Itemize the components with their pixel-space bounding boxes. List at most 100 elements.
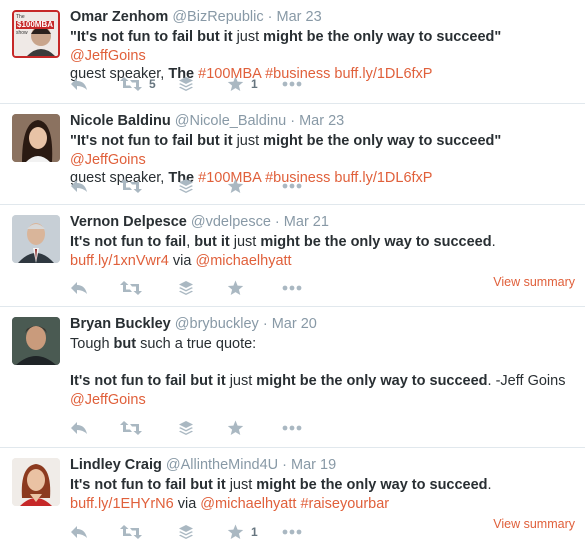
reply-button[interactable]	[70, 418, 88, 438]
reply-button[interactable]	[70, 278, 88, 298]
author-handle[interactable]: @Nicole_Baldinu	[175, 113, 286, 129]
url-link[interactable]: buff.ly/1DL6fxP	[334, 66, 432, 82]
buffer-button[interactable]	[178, 418, 194, 438]
url-link[interactable]: buff.ly/1xnVwr4	[70, 253, 169, 269]
buffer-icon	[179, 525, 193, 539]
mention-link[interactable]: @JeffGoins	[70, 48, 146, 64]
favorite-icon	[227, 280, 244, 295]
tweet-header: Vernon Delpesce @vdelpesce · Mar 21	[70, 213, 577, 232]
favorite-count: 1	[251, 525, 258, 539]
tweet-date[interactable]: Mar 21	[284, 214, 329, 230]
tweet-text-bold: It's not fun to fail but it	[70, 477, 226, 493]
tweet-text-plain: .	[491, 234, 496, 250]
tweet-text-plain: just	[225, 477, 257, 493]
tweet-text-plain: Tough	[70, 336, 114, 352]
favorite-icon	[227, 420, 244, 435]
author-handle[interactable]: @BizRepublic	[172, 9, 263, 25]
tweet-text-plain: just	[229, 234, 261, 250]
retweet-button[interactable]	[120, 418, 142, 438]
more-button[interactable]	[282, 176, 302, 196]
buffer-button[interactable]	[178, 176, 194, 196]
tweet-date[interactable]: Mar 23	[299, 113, 344, 129]
author-name[interactable]: Lindley Craig	[70, 457, 162, 473]
tweet-text-plain: via	[168, 252, 196, 269]
reply-button[interactable]	[70, 74, 88, 94]
tweet-text-bold: It's not fun to fail	[70, 234, 187, 250]
more-button[interactable]	[282, 418, 302, 438]
tweet-date[interactable]: Mar 20	[272, 316, 317, 332]
author-name[interactable]: Bryan Buckley	[70, 316, 171, 332]
url-link[interactable]: buff.ly/1EHYrN6	[70, 496, 174, 512]
url-link[interactable]: buff.ly/1DL6fxP	[334, 170, 432, 186]
author-handle[interactable]: @brybuckley	[175, 316, 259, 332]
mention-link[interactable]: @michaelhyatt	[200, 496, 296, 512]
tweet-text: Tough but such a true quote: It's not fu…	[70, 335, 577, 409]
avatar-logo-text: show	[16, 30, 28, 36]
tweet-text-plain: just	[232, 29, 264, 45]
more-icon	[282, 425, 302, 431]
separator: ·	[263, 9, 277, 25]
author-handle[interactable]: @AllintheMind4U	[166, 457, 278, 473]
favorite-button[interactable]: 1	[227, 74, 258, 94]
avatar-image	[12, 114, 60, 162]
favorite-button[interactable]	[227, 418, 244, 438]
avatar-logo: The $100MBA show	[16, 13, 55, 37]
avatar[interactable]: The $100MBA show	[12, 10, 60, 58]
author-name[interactable]: Omar Zenhom	[70, 9, 168, 25]
retweet-button[interactable]	[120, 176, 142, 196]
retweet-icon	[120, 179, 142, 193]
more-button[interactable]	[282, 74, 302, 94]
retweet-button[interactable]	[120, 522, 142, 542]
avatar[interactable]	[12, 458, 60, 506]
more-button[interactable]	[282, 278, 302, 298]
mention-link[interactable]: @michaelhyatt	[195, 253, 291, 269]
tweet: The $100MBA show Omar Zenhom @BizRepubli…	[0, 0, 585, 104]
reply-icon	[71, 282, 87, 294]
tweet-text-bold: but it	[194, 234, 230, 250]
view-summary-link[interactable]: View summary	[493, 517, 575, 531]
reply-button[interactable]	[70, 176, 88, 196]
favorite-button[interactable]	[227, 176, 244, 196]
avatar[interactable]	[12, 215, 60, 263]
tweet-text-bold: might be the only way to succeed	[260, 234, 492, 250]
author-name[interactable]: Vernon Delpesce	[70, 214, 187, 230]
tweet: Lindley Craig @AllintheMind4U · Mar 19 I…	[0, 448, 585, 548]
tweet-content: Vernon Delpesce @vdelpesce · Mar 21 It's…	[70, 213, 577, 270]
tweet-text: "It's not fun to fail but it just might …	[70, 132, 577, 188]
tweet-text-bold: might be the only way to succeed	[256, 373, 488, 389]
mention-link[interactable]: @JeffGoins	[70, 152, 146, 168]
favorite-button[interactable]	[227, 278, 244, 298]
retweet-button[interactable]	[120, 278, 142, 298]
tweet: Bryan Buckley @brybuckley · Mar 20 Tough…	[0, 307, 585, 448]
tweet-text-bold: but	[113, 336, 137, 352]
favorite-button[interactable]: 1	[227, 522, 258, 542]
buffer-button[interactable]	[178, 74, 194, 94]
author-handle[interactable]: @vdelpesce	[191, 214, 271, 230]
more-button[interactable]	[282, 522, 302, 542]
more-icon	[282, 183, 302, 189]
favorite-icon	[227, 524, 244, 539]
buffer-icon	[179, 281, 193, 295]
hashtag-link[interactable]: #raiseyourbar	[300, 496, 389, 512]
avatar-image	[12, 317, 60, 365]
author-name[interactable]: Nicole Baldinu	[70, 113, 171, 129]
tweet-content: Nicole Baldinu @Nicole_Baldinu · Mar 23 …	[70, 112, 577, 188]
tweet-feed: The $100MBA show Omar Zenhom @BizRepubli…	[0, 0, 585, 548]
buffer-button[interactable]	[178, 522, 194, 542]
tweet-text-plain: .	[487, 477, 492, 493]
tweet-text-bold: "It's not fun to fail but it	[70, 133, 233, 149]
more-icon	[282, 529, 302, 535]
retweet-icon	[120, 77, 142, 91]
avatar[interactable]	[12, 317, 60, 365]
view-summary-link[interactable]: View summary	[493, 275, 575, 289]
tweet-text-plain: via	[173, 495, 201, 512]
tweet-date[interactable]: Mar 23	[277, 9, 322, 25]
reply-icon	[71, 526, 87, 538]
reply-button[interactable]	[70, 522, 88, 542]
mention-link[interactable]: @JeffGoins	[70, 392, 146, 408]
retweet-button[interactable]: 5	[120, 74, 156, 94]
tweet-date[interactable]: Mar 19	[291, 457, 336, 473]
tweet-header: Bryan Buckley @brybuckley · Mar 20	[70, 315, 577, 334]
buffer-button[interactable]	[178, 278, 194, 298]
avatar[interactable]	[12, 114, 60, 162]
